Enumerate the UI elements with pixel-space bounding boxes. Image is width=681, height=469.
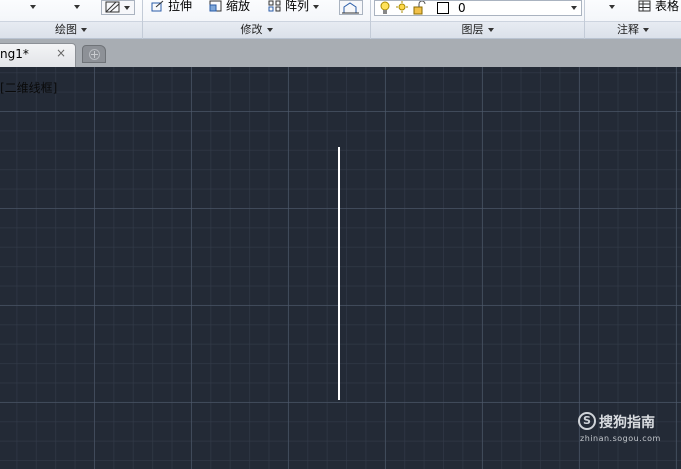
scale-icon — [209, 0, 222, 12]
annotate-dropdown[interactable] — [605, 0, 615, 15]
chevron-down-icon — [266, 28, 273, 32]
draw-dropdown-1[interactable] — [26, 0, 36, 15]
match-properties-icon — [342, 2, 359, 14]
file-tab-drawing1[interactable]: ng1* × — [0, 43, 76, 67]
annotate-panel-title[interactable]: 注释 — [585, 21, 681, 38]
table-icon — [638, 0, 651, 12]
modify-panel: 拉伸 缩放 阵列 修改 — [143, 0, 371, 39]
file-tab-label: ng1* — [0, 47, 29, 61]
annotate-panel: 表格 注释 — [585, 0, 681, 39]
hatch-button[interactable] — [101, 0, 135, 15]
layer-panel-title[interactable]: 图层 — [371, 21, 584, 38]
table-button[interactable]: 表格 — [638, 0, 679, 15]
ribbon: 绘图 拉伸 缩放 阵列 修改 0 图层 表格 注释 — [0, 0, 681, 39]
plus-icon — [89, 49, 100, 60]
chevron-down-icon — [571, 6, 577, 10]
modify-panel-title[interactable]: 修改 — [143, 21, 370, 38]
array-dropdown-icon[interactable] — [313, 4, 320, 9]
sun-icon — [396, 1, 408, 13]
array-icon — [268, 0, 281, 12]
sogou-logo-icon: S — [578, 412, 596, 430]
chevron-down-icon — [643, 28, 649, 32]
layer-panel: 0 图层 — [371, 0, 585, 39]
chevron-down-icon — [487, 28, 494, 32]
lightbulb-icon — [380, 1, 390, 14]
stretch-icon — [151, 0, 164, 12]
drawn-line[interactable] — [338, 147, 340, 400]
scale-button[interactable]: 缩放 — [209, 0, 250, 15]
unlock-icon — [413, 1, 426, 15]
stretch-button[interactable]: 拉伸 — [151, 0, 192, 15]
draw-dropdown-2[interactable] — [70, 0, 80, 15]
modify-extra-button[interactable] — [339, 0, 363, 15]
layer-color-swatch — [437, 2, 449, 14]
viewport-label[interactable]: [二维线框] — [0, 79, 57, 96]
watermark-url: zhinan.sogou.com — [580, 434, 661, 443]
close-icon[interactable]: × — [56, 46, 66, 60]
watermark-text: 搜狗指南 — [599, 415, 655, 431]
watermark: S 搜狗指南 zhinan.sogou.com — [578, 410, 678, 444]
draw-panel: 绘图 — [0, 0, 143, 39]
chevron-down-icon — [81, 28, 87, 32]
draw-panel-title[interactable]: 绘图 — [0, 21, 142, 38]
layer-dropdown[interactable]: 0 — [374, 0, 582, 16]
current-layer-name: 0 — [458, 1, 466, 15]
drawing-canvas[interactable]: [二维线框] — [0, 67, 681, 469]
new-tab-button[interactable] — [82, 45, 106, 63]
file-tab-bar: ng1* × — [0, 39, 681, 67]
hatch-icon — [105, 1, 120, 13]
array-button[interactable]: 阵列 — [268, 0, 320, 15]
